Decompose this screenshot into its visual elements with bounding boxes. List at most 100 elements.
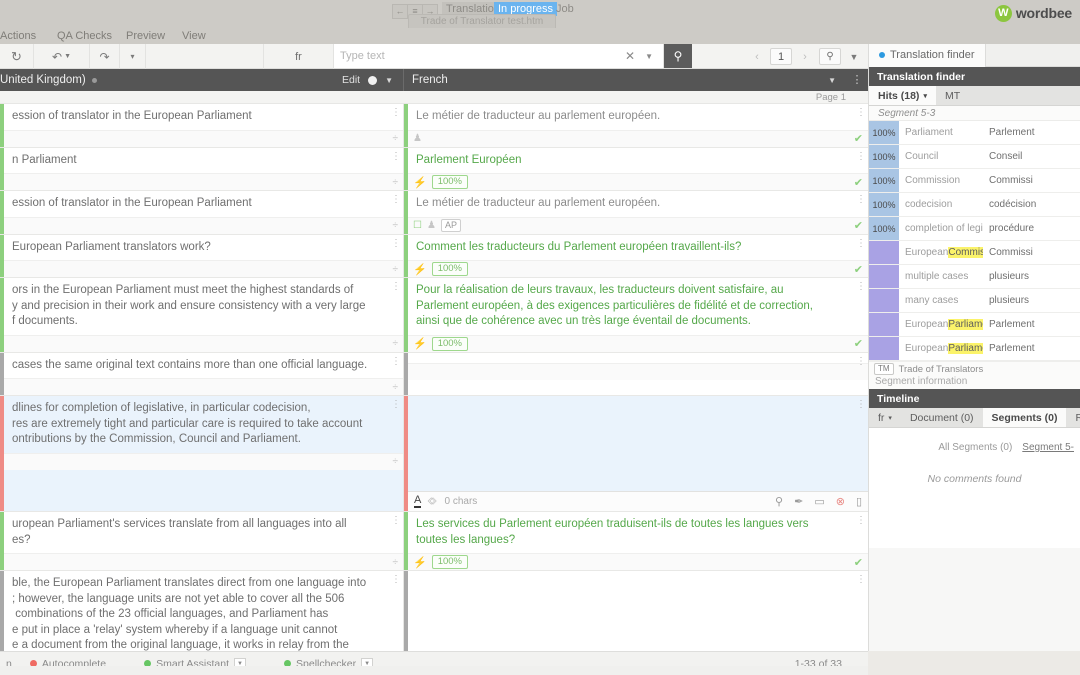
source-row-menu-icon[interactable]: ⋮ bbox=[391, 516, 401, 526]
toolbar-more-caret-icon[interactable]: ▾ bbox=[120, 44, 146, 69]
subtab-mt[interactable]: MT bbox=[936, 86, 969, 105]
edit-toggle-icon[interactable] bbox=[368, 75, 378, 85]
timeline-tab-segments-0[interactable]: Segments (0) bbox=[982, 408, 1067, 427]
text-format-icon[interactable]: A bbox=[414, 495, 422, 508]
source-cell[interactable]: European Parliament translators work? ⋮ ÷ bbox=[4, 234, 404, 277]
translation-hit-row[interactable]: multiple cases plusieurs bbox=[869, 265, 1080, 289]
source-cell[interactable]: ession of translator in the European Par… bbox=[4, 191, 404, 234]
split-segment-icon[interactable]: ÷ bbox=[393, 177, 399, 188]
target-row-menu-icon[interactable]: ⋮ bbox=[856, 356, 866, 366]
segment-information-label[interactable]: Segment information bbox=[869, 376, 1080, 389]
edit-toggle-label[interactable]: Edit bbox=[342, 74, 360, 86]
target-cell[interactable]: Le métier de traducteur au parlement eur… bbox=[408, 104, 868, 147]
document-tab[interactable]: Trade of Translator test.htm bbox=[408, 14, 556, 28]
target-row-menu-icon[interactable]: ⋮ bbox=[856, 151, 866, 161]
target-row-menu-icon[interactable]: ⋮ bbox=[856, 575, 866, 585]
translation-hit-row[interactable]: European Parliament Parlement bbox=[869, 337, 1080, 361]
target-row-menu-icon[interactable]: ⋮ bbox=[856, 195, 866, 205]
source-cell[interactable]: uropean Parliament's services translate … bbox=[4, 512, 404, 570]
target-language-header[interactable]: French ▼ bbox=[404, 74, 846, 86]
filter-icon[interactable]: ▼ bbox=[844, 52, 864, 62]
comment-icon[interactable]: ▭ bbox=[814, 495, 824, 508]
source-row-menu-icon[interactable]: ⋮ bbox=[391, 151, 401, 161]
source-row-menu-icon[interactable]: ⋮ bbox=[391, 575, 401, 585]
split-segment-icon[interactable]: ÷ bbox=[393, 456, 399, 467]
target-text[interactable]: Le métier de traducteur au parlement eur… bbox=[408, 191, 868, 217]
segment-row[interactable]: ors in the European Parliament must meet… bbox=[0, 278, 868, 353]
source-cell[interactable]: n Parliament ⋮ ÷ bbox=[4, 147, 404, 190]
target-row-menu-icon[interactable]: ⋮ bbox=[856, 238, 866, 248]
split-segment-icon[interactable]: ÷ bbox=[393, 338, 399, 349]
segment-row[interactable]: ession of translator in the European Par… bbox=[0, 191, 868, 235]
source-language-header[interactable]: United Kingdom) Edit ▼ bbox=[0, 69, 404, 91]
magnify-box-icon[interactable]: ⚲ bbox=[819, 48, 841, 65]
chevron-down-icon[interactable]: ▾ bbox=[923, 92, 927, 100]
split-segment-icon[interactable]: ÷ bbox=[393, 382, 399, 393]
target-cell[interactable]: ⋮ bbox=[408, 571, 868, 651]
current-page-number[interactable]: 1 bbox=[770, 48, 792, 65]
segment-row[interactable]: ble, the European Parliament translates … bbox=[0, 571, 868, 651]
search-input[interactable]: Type text bbox=[340, 50, 619, 62]
target-text[interactable]: Les services du Parlement européen tradu… bbox=[408, 512, 868, 553]
target-text[interactable]: ⋮ bbox=[408, 396, 868, 491]
search-field-wrapper[interactable]: Type text ✕ ▼ bbox=[334, 44, 664, 68]
target-row-menu-icon[interactable]: ⋮ bbox=[856, 282, 866, 292]
target-text[interactable]: Comment les traducteurs du Parlement eur… bbox=[408, 235, 868, 261]
timeline-tab-document-0[interactable]: Document (0) bbox=[901, 408, 983, 427]
segment-row[interactable]: dlines for completion of legislative, in… bbox=[0, 396, 868, 512]
split-segment-icon[interactable]: ÷ bbox=[393, 220, 399, 231]
translation-hit-row[interactable]: many cases plusieurs bbox=[869, 289, 1080, 313]
search-language-selector[interactable]: fr bbox=[264, 44, 334, 69]
segment-row[interactable]: n Parliament ⋮ ÷ Parlement Européen ⋮ ⚡ 100% ✔ bbox=[0, 147, 868, 191]
target-column-caret-icon[interactable]: ▼ bbox=[828, 76, 836, 85]
split-segment-icon[interactable]: ÷ bbox=[393, 264, 399, 275]
source-row-menu-icon[interactable]: ⋮ bbox=[391, 108, 401, 118]
lock-icon[interactable]: ▯ bbox=[856, 495, 862, 508]
target-cell[interactable]: Les services du Parlement européen tradu… bbox=[408, 512, 868, 570]
translation-hit-row[interactable]: 100% Council Conseil bbox=[869, 145, 1080, 169]
source-column-caret-icon[interactable]: ▼ bbox=[385, 76, 393, 85]
target-row-menu-icon[interactable]: ⋮ bbox=[856, 108, 866, 118]
translation-hit-row[interactable]: European Parliament Parlement bbox=[869, 313, 1080, 337]
target-text[interactable]: Le métier de traducteur au parlement eur… bbox=[408, 104, 868, 130]
source-row-menu-icon[interactable]: ⋮ bbox=[391, 238, 401, 248]
search-button[interactable]: ⚲ bbox=[664, 44, 692, 68]
timeline-filter-segment-5[interactable]: Segment 5- bbox=[1022, 442, 1074, 453]
back-icon[interactable]: ← bbox=[392, 3, 408, 19]
next-page-button[interactable]: › bbox=[794, 51, 816, 63]
translation-hit-row[interactable]: 100% Parliament Parlement bbox=[869, 121, 1080, 145]
target-cell[interactable]: ⋮ A ⧉ 0 chars ⚲ ✒ ▭ ⊗ ▯ bbox=[408, 396, 868, 511]
target-row-menu-icon[interactable]: ⋮ bbox=[856, 400, 866, 410]
menu-item-actions[interactable]: Actions bbox=[0, 28, 36, 44]
approved-check-icon[interactable]: ✔ bbox=[854, 219, 863, 232]
undo-button[interactable]: ↶ ▼ bbox=[34, 44, 90, 69]
redo-button[interactable]: ↷ bbox=[90, 44, 120, 69]
timeline-language-selector[interactable]: fr ▾ bbox=[869, 408, 901, 427]
target-row-menu-icon[interactable]: ⋮ bbox=[856, 516, 866, 526]
translation-hit-row[interactable]: 100% completion of legislative procédure bbox=[869, 217, 1080, 241]
pin-icon[interactable]: ✒ bbox=[794, 495, 803, 508]
target-cell[interactable]: ⋮ bbox=[408, 353, 868, 396]
target-text[interactable]: Pour la réalisation de leurs travaux, le… bbox=[408, 278, 868, 335]
segment-row[interactable]: European Parliament translators work? ⋮ ÷ C… bbox=[0, 234, 868, 278]
refresh-icon[interactable]: ↻ bbox=[0, 44, 34, 69]
target-cell[interactable]: Comment les traducteurs du Parlement eur… bbox=[408, 235, 868, 277]
source-row-menu-icon[interactable]: ⋮ bbox=[391, 282, 401, 292]
menu-item-qa-checks[interactable]: QA Checks bbox=[57, 28, 112, 44]
split-segment-icon[interactable]: ÷ bbox=[393, 557, 399, 568]
horizontal-scrollbar[interactable] bbox=[0, 666, 868, 675]
target-text[interactable]: Parlement Européen ⋮ bbox=[408, 148, 868, 174]
source-cell[interactable]: ors in the European Parliament must meet… bbox=[4, 278, 404, 352]
tag-icon[interactable]: ⧉ bbox=[427, 495, 440, 508]
target-cell[interactable]: Parlement Européen ⋮ ⚡ 100% ✔ bbox=[408, 148, 868, 190]
prev-page-button[interactable]: ‹ bbox=[746, 51, 768, 63]
tm-source-row[interactable]: TM Trade of Translators bbox=[869, 361, 1080, 376]
target-cell[interactable]: Le métier de traducteur au parlement eur… bbox=[408, 191, 868, 234]
split-segment-icon[interactable]: ÷ bbox=[393, 133, 399, 144]
search-options-caret-icon[interactable]: ▼ bbox=[641, 52, 657, 61]
approved-check-icon[interactable]: ✔ bbox=[854, 263, 863, 276]
source-cell[interactable]: dlines for completion of legislative, in… bbox=[4, 396, 404, 511]
menu-item-preview[interactable]: Preview bbox=[126, 28, 165, 44]
columns-options-button[interactable]: ⋮ bbox=[846, 75, 868, 86]
target-text[interactable]: ⋮ bbox=[408, 571, 868, 651]
